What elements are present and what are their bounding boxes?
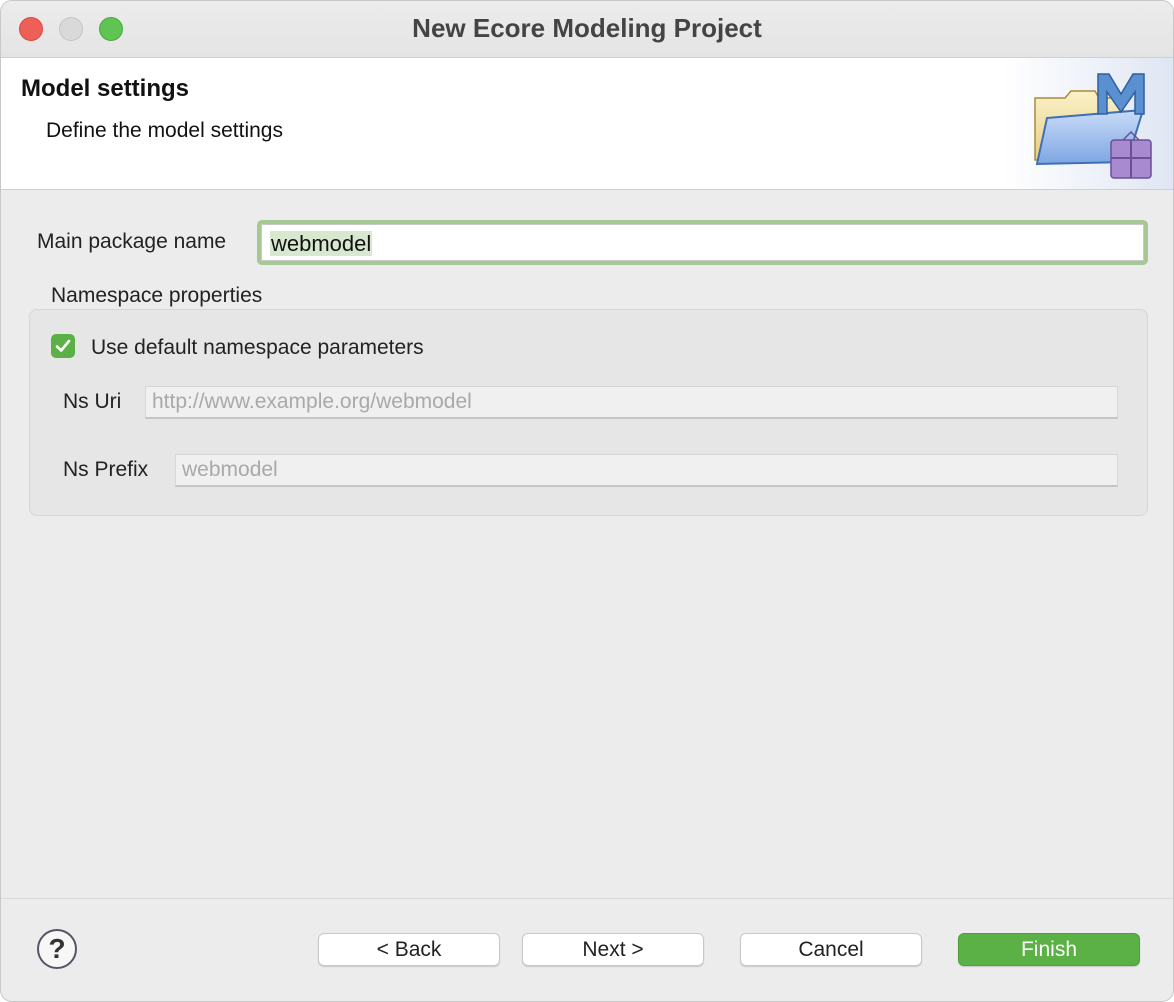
- ecore-project-wizard-icon: [1003, 58, 1173, 189]
- checkmark-icon: [55, 339, 71, 352]
- namespace-properties-label: Namespace properties: [51, 284, 263, 307]
- main-package-name-value: webmodel: [270, 231, 373, 256]
- ns-uri-label: Ns Uri: [63, 390, 122, 413]
- main-package-name-input[interactable]: webmodel: [257, 220, 1148, 265]
- help-icon[interactable]: ?: [37, 929, 77, 969]
- use-default-namespace-label[interactable]: Use default namespace parameters: [91, 336, 424, 360]
- ns-prefix-label: Ns Prefix: [63, 458, 149, 481]
- wizard-window: New Ecore Modeling Project Model setting…: [0, 0, 1174, 1002]
- next-button[interactable]: Next >: [522, 933, 704, 966]
- window-title: New Ecore Modeling Project: [412, 13, 762, 43]
- ns-uri-field: http://www.example.org/webmodel: [145, 386, 1118, 419]
- page-description: Define the model settings: [46, 119, 283, 142]
- finish-button[interactable]: Finish: [958, 933, 1140, 966]
- back-button[interactable]: < Back: [318, 933, 500, 966]
- use-default-namespace-checkbox[interactable]: [51, 334, 75, 358]
- footer-divider: [1, 898, 1173, 899]
- wizard-header: Model settings Define the model settings: [1, 58, 1173, 190]
- cancel-button[interactable]: Cancel: [740, 933, 922, 966]
- ns-prefix-field: webmodel: [175, 454, 1118, 487]
- main-package-name-field[interactable]: webmodel: [261, 224, 1144, 261]
- main-package-name-label: Main package name: [37, 230, 227, 253]
- title-bar[interactable]: New Ecore Modeling Project: [1, 1, 1173, 58]
- page-title: Model settings: [21, 75, 190, 102]
